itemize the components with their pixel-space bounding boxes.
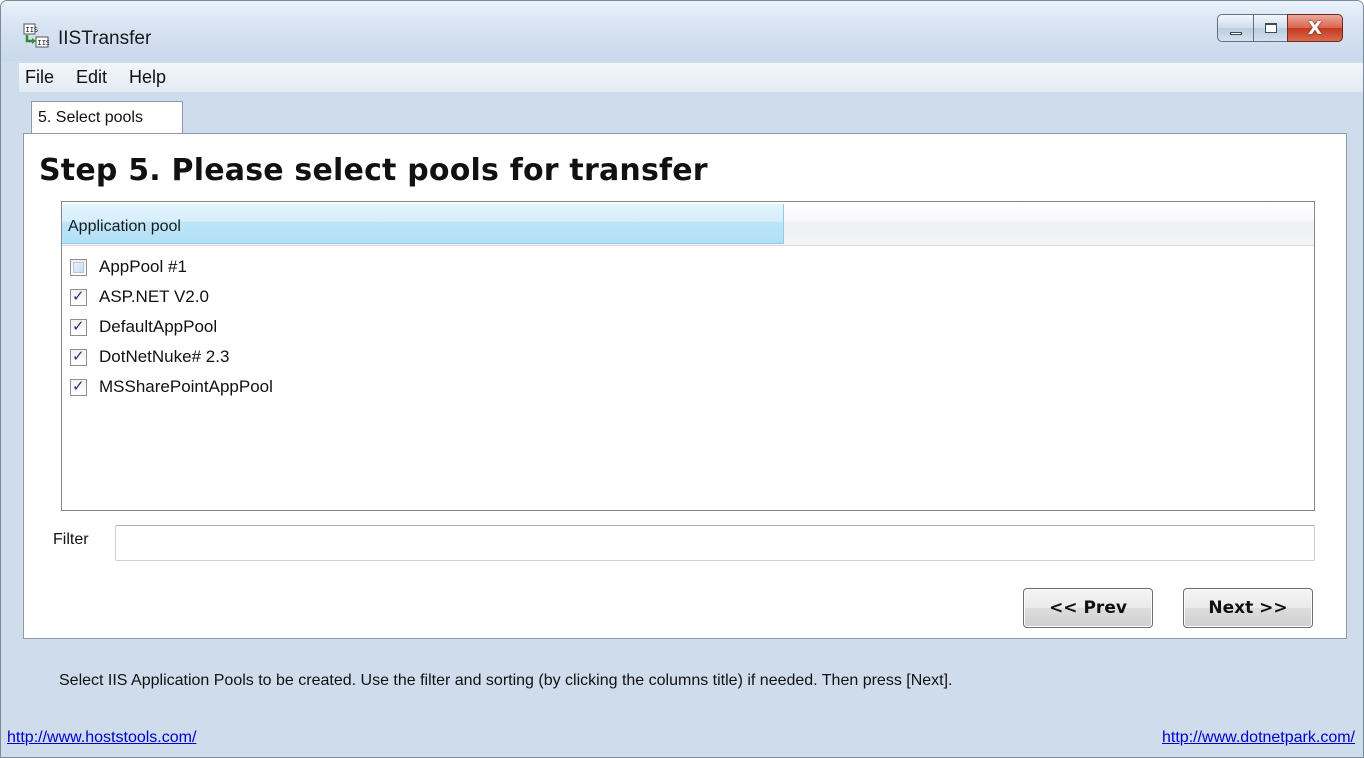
svg-text:IIS: IIS <box>38 39 50 47</box>
maximize-button[interactable] <box>1253 14 1287 42</box>
app-transfer-icon: IIS IIS <box>23 23 50 48</box>
pool-checkbox[interactable]: ✓ <box>70 317 87 336</box>
pool-label: MSSharePointAppPool <box>99 377 273 396</box>
svg-text:IIS: IIS <box>26 26 39 34</box>
list-item[interactable]: AppPool #1 <box>62 252 1314 282</box>
instructions-text: Select IIS Application Pools to be creat… <box>59 672 953 689</box>
menu-file[interactable]: File <box>23 65 56 90</box>
window-title: IISTransfer <box>58 28 152 49</box>
tab-select-pools[interactable]: 5. Select pools <box>31 101 183 135</box>
hoststools-link[interactable]: http://www.hoststools.com/ <box>7 729 196 747</box>
pool-label: DefaultAppPool <box>99 317 218 336</box>
close-icon: X <box>1308 17 1322 39</box>
next-button[interactable]: Next >> <box>1183 588 1313 628</box>
column-header-application-pool[interactable]: Application pool <box>62 204 784 244</box>
minimize-icon <box>1229 31 1242 35</box>
dotnetpark-link[interactable]: http://www.dotnetpark.com/ <box>1162 729 1355 747</box>
menu-help[interactable]: Help <box>127 65 168 90</box>
list-header: Application pool <box>62 202 1314 246</box>
list-item[interactable]: ✓ DefaultAppPool <box>62 312 1314 342</box>
list-rows: AppPool #1 ✓ ASP.NET V2.0 ✓ DefaultAppPo… <box>62 252 1314 402</box>
maximize-icon <box>1264 23 1277 33</box>
list-item[interactable]: ✓ DotNetNuke# 2.3 <box>62 342 1314 372</box>
list-item[interactable]: ✓ ASP.NET V2.0 <box>62 282 1314 312</box>
pool-label: DotNetNuke# 2.3 <box>99 347 230 366</box>
menu-bar: File Edit Help <box>19 63 1363 93</box>
pool-checkbox[interactable]: ✓ <box>70 377 87 396</box>
close-button[interactable]: X <box>1287 14 1343 42</box>
pool-label: AppPool #1 <box>99 257 187 276</box>
prev-button[interactable]: << Prev <box>1023 588 1153 628</box>
filter-label: Filter <box>53 531 89 548</box>
window-controls: X <box>1217 14 1343 42</box>
list-item[interactable]: ✓ MSSharePointAppPool <box>62 372 1314 402</box>
pool-list[interactable]: Application pool AppPool #1 ✓ ASP.NET V2… <box>61 201 1315 511</box>
title-bar[interactable]: IIS IIS IISTransfer X <box>1 1 1363 61</box>
page-title: Step 5. Please select pools for transfer <box>39 153 708 188</box>
pool-checkbox[interactable] <box>70 258 87 276</box>
pool-checkbox[interactable]: ✓ <box>70 287 87 306</box>
minimize-button[interactable] <box>1217 14 1253 42</box>
app-window: IIS IIS IISTransfer X File Edit Help 5. … <box>0 0 1364 758</box>
filter-input[interactable] <box>115 525 1315 561</box>
pool-checkbox[interactable]: ✓ <box>70 347 87 366</box>
menu-edit[interactable]: Edit <box>74 65 109 90</box>
pool-label: ASP.NET V2.0 <box>99 287 209 306</box>
